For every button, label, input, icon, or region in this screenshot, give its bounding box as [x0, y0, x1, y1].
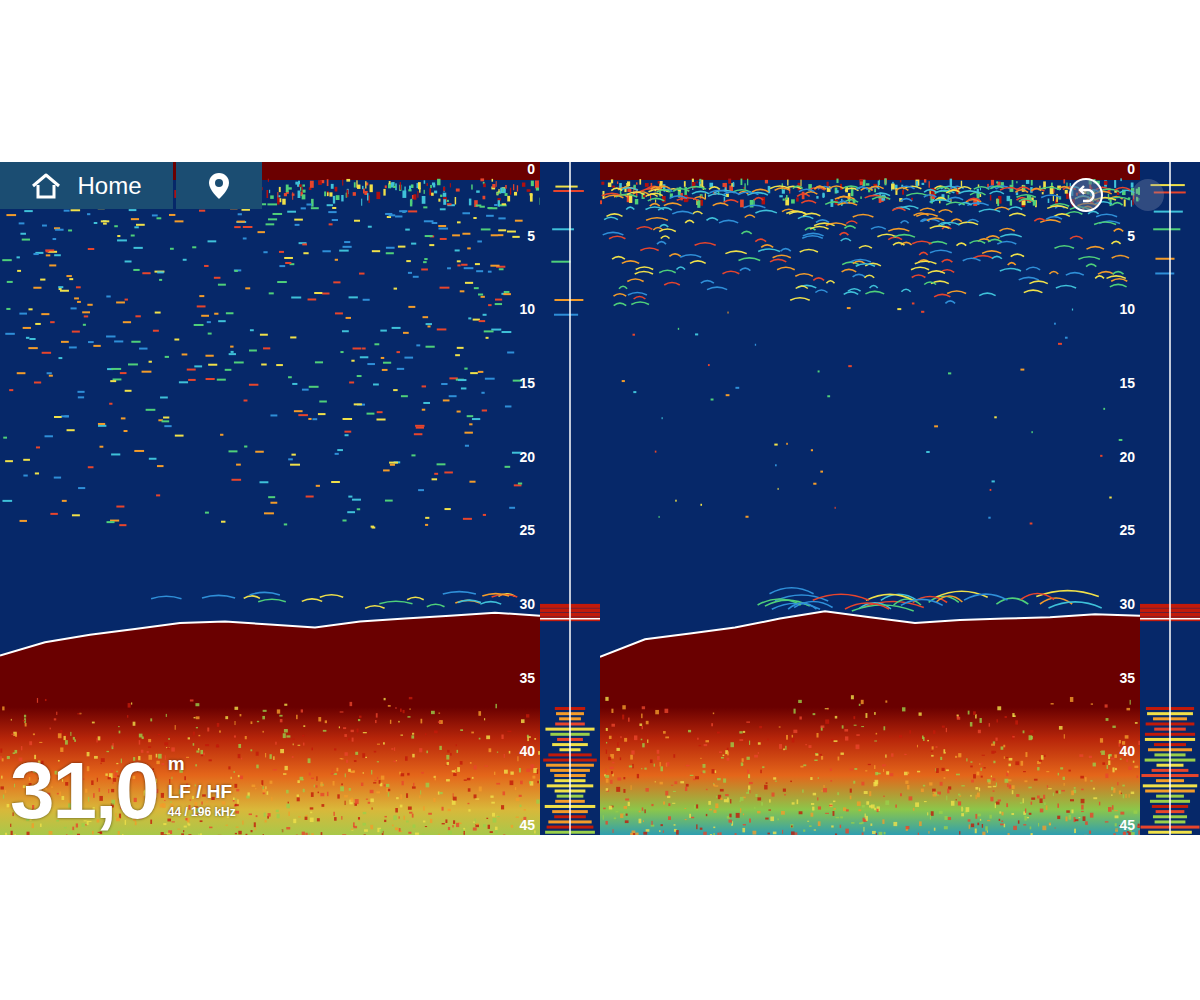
toolbar: Home [0, 162, 262, 209]
depth-tick: 0 [1127, 162, 1135, 177]
sonar-panel: 0 5 10 15 20 25 30 35 40 45 [600, 162, 1200, 835]
seabed [0, 613, 540, 835]
frequency-value: 44 / 196 kHz [168, 805, 236, 819]
house-icon [31, 173, 61, 199]
back-button[interactable] [1068, 177, 1104, 213]
depth-tick: 35 [519, 670, 535, 686]
a-scope-strip [540, 162, 600, 835]
location-pin-icon [208, 172, 230, 200]
depth-tick: 0 [527, 162, 535, 177]
depth-tick: 5 [527, 228, 535, 244]
depth-scale: 0 5 10 15 20 25 30 35 40 45 [519, 162, 535, 833]
depth-tick: 30 [519, 596, 535, 612]
sonar-screen: 0 5 10 15 20 25 30 35 40 45 Home 31,0 mLF / HF 44 / 1… [0, 162, 1200, 835]
echogram: 0 5 10 15 20 25 30 35 40 45 [600, 162, 1140, 835]
seabed-texture [603, 695, 1140, 835]
water-column [600, 162, 1140, 835]
frequency-mode: LF / HF [168, 777, 236, 803]
depth-tick: 25 [519, 522, 535, 538]
panel-controls [1068, 177, 1166, 213]
bottom-line [0, 613, 540, 656]
depth-tick: 45 [1119, 817, 1135, 833]
depth-tick: 10 [519, 301, 535, 317]
depth-readout: 31,0 mLF / HF 44 / 196 kHz [10, 751, 236, 831]
depth-tick: 5 [1127, 228, 1135, 244]
seabed-texture [0, 697, 540, 835]
menu-button[interactable] [1130, 177, 1166, 213]
fish-echoes [2, 203, 522, 608]
home-button[interactable]: Home [0, 162, 173, 209]
depth-tick: 45 [519, 817, 535, 833]
echogram: 0 5 10 15 20 25 30 35 40 45 [0, 162, 540, 835]
depth-scale: 0 5 10 15 20 25 30 35 40 45 [1119, 162, 1135, 833]
sonar-panel: 0 5 10 15 20 25 30 35 40 45 Home 31,0 mLF / HF 44 / 1… [0, 162, 600, 835]
waypoint-button[interactable] [176, 162, 262, 209]
circle-icon [1130, 177, 1166, 213]
depth-unit: m [168, 753, 236, 775]
water-column [0, 162, 540, 835]
depth-tick: 40 [1119, 743, 1135, 759]
page: 0 5 10 15 20 25 30 35 40 45 Home 31,0 mLF / HF 44 / 1… [0, 0, 1200, 1000]
depth-tick: 20 [1119, 449, 1135, 465]
depth-tick: 25 [1119, 522, 1135, 538]
depth-tick: 30 [1119, 596, 1135, 612]
surface-band [600, 162, 1140, 180]
a-scope-strip [1140, 162, 1200, 835]
depth-value: 31,0 [10, 751, 158, 831]
bottom-line [600, 611, 1140, 657]
seabed [600, 611, 1140, 835]
back-arrow-icon [1068, 177, 1104, 213]
depth-tick: 15 [519, 375, 535, 391]
fish-echoes [602, 186, 1135, 611]
surface-clutter [600, 178, 1140, 208]
depth-tick: 20 [519, 449, 535, 465]
depth-tick: 10 [1119, 301, 1135, 317]
depth-tick: 15 [1119, 375, 1135, 391]
depth-tick: 35 [1119, 670, 1135, 686]
depth-tick: 40 [519, 743, 535, 759]
